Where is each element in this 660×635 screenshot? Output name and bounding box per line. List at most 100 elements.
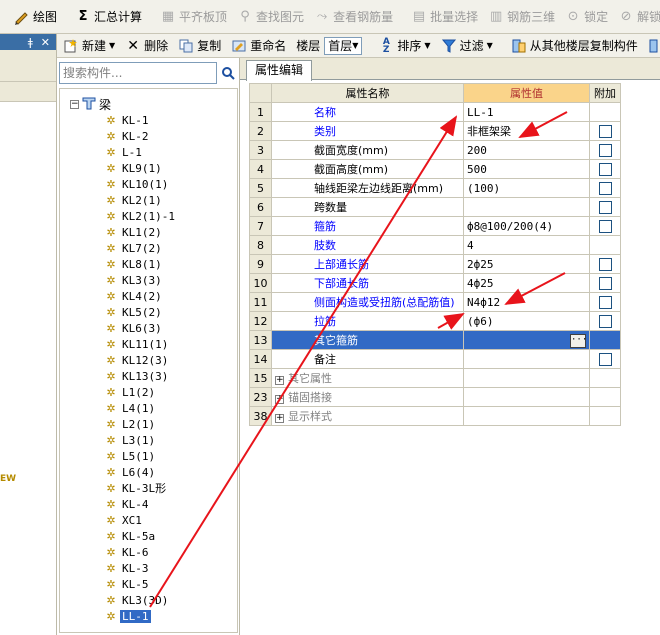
tree-item[interactable]: ✲ KL-6 bbox=[104, 544, 151, 560]
expand-icon[interactable]: + bbox=[275, 414, 284, 423]
pin-icon[interactable]: ǂ bbox=[28, 36, 33, 49]
tree-item[interactable]: ✲ KL3(3) bbox=[104, 272, 164, 288]
property-row[interactable]: 15 + 其它属性 bbox=[249, 368, 621, 388]
sort-button[interactable]: AZ 排序 ▼ bbox=[374, 35, 434, 57]
extra-checkbox[interactable] bbox=[598, 200, 612, 214]
property-value[interactable]: ··· bbox=[463, 330, 590, 350]
property-value[interactable]: 2ф25 bbox=[463, 254, 590, 274]
tree-item[interactable]: ✲ L2(1) bbox=[104, 416, 157, 432]
expand-icon[interactable]: + bbox=[275, 395, 284, 404]
collapse-icon[interactable]: − bbox=[70, 99, 79, 109]
filter-button[interactable]: 过滤 ▼ bbox=[437, 35, 497, 57]
property-value[interactable] bbox=[463, 349, 590, 369]
property-row[interactable]: 8 肢数 4 bbox=[249, 235, 621, 255]
property-value[interactable]: N4ф12 bbox=[463, 292, 590, 312]
extra-toolbar-button[interactable] bbox=[644, 35, 660, 57]
tree-item[interactable]: ✲ KL10(1) bbox=[104, 176, 170, 192]
find-element-button[interactable]: ⚲ 查找图元 bbox=[233, 6, 308, 28]
property-value[interactable] bbox=[463, 197, 590, 217]
tree-item[interactable]: ✲ L4(1) bbox=[104, 400, 157, 416]
tree-item[interactable]: ✲ KL2(1) bbox=[104, 192, 164, 208]
property-row[interactable]: 7 箍筋 ф8@100/200(4) bbox=[249, 216, 621, 236]
tab-property-edit[interactable]: 属性编辑 bbox=[246, 60, 313, 81]
tree-item[interactable]: ✲ L5(1) bbox=[104, 448, 157, 464]
tree-item[interactable]: ✲ KL-3 bbox=[104, 560, 151, 576]
property-row[interactable]: 3 截面宽度(mm) 200 bbox=[249, 140, 621, 160]
sum-calc-button[interactable]: Σ 汇总计算 bbox=[71, 6, 146, 28]
search-icon[interactable] bbox=[219, 62, 237, 84]
property-row[interactable]: 11 侧面构造或受扭筋(总配筋值) N4ф12 bbox=[249, 292, 621, 312]
tree-item[interactable]: ✲ KL-3L形 bbox=[104, 480, 168, 496]
property-row[interactable]: 10 下部通长筋 4ф25 bbox=[249, 273, 621, 293]
tree-item[interactable]: ✲ KL-1 bbox=[104, 112, 151, 128]
property-value[interactable] bbox=[463, 387, 590, 407]
property-row[interactable]: 12 拉筋 (ф6) bbox=[249, 311, 621, 331]
extra-checkbox[interactable] bbox=[598, 276, 612, 290]
property-value[interactable]: LL-1 bbox=[463, 102, 590, 122]
property-value[interactable]: 4 bbox=[463, 235, 590, 255]
draw-button[interactable]: 绘图 bbox=[10, 6, 61, 28]
property-row[interactable]: 23 + 锚固搭接 bbox=[249, 387, 621, 407]
copy-from-floor-button[interactable]: 从其他楼层复制构件 bbox=[507, 35, 642, 57]
tree-item[interactable]: ✲ KL6(3) bbox=[104, 320, 164, 336]
tree-item[interactable]: ✲ L3(1) bbox=[104, 432, 157, 448]
tree-item[interactable]: ✲ XC1 bbox=[104, 512, 144, 528]
property-row[interactable]: 13 其它箍筋 ··· bbox=[249, 330, 621, 350]
rename-button[interactable]: 重命名 bbox=[227, 35, 290, 57]
tree-item[interactable]: ✲ L6(4) bbox=[104, 464, 157, 480]
tree-item[interactable]: ✲ KL-5 bbox=[104, 576, 151, 592]
property-value[interactable]: 200 bbox=[463, 140, 590, 160]
property-row[interactable]: 2 类别 非框架梁 bbox=[249, 121, 621, 141]
property-value[interactable]: 500 bbox=[463, 159, 590, 179]
extra-checkbox[interactable] bbox=[598, 314, 612, 328]
floor-select[interactable]: 首层 ▼ bbox=[324, 36, 363, 55]
property-row[interactable]: 1 名称 LL-1 bbox=[249, 102, 621, 122]
extra-checkbox[interactable] bbox=[598, 219, 612, 233]
tree-item[interactable]: ✲ KL13(3) bbox=[104, 368, 170, 384]
copy-button[interactable]: 复制 bbox=[174, 35, 225, 57]
tree-item[interactable]: ✲ KL1(2) bbox=[104, 224, 164, 240]
tree-item[interactable]: ✲ KL4(2) bbox=[104, 288, 164, 304]
expand-icon[interactable]: + bbox=[275, 376, 284, 385]
property-value[interactable]: 非框架梁 bbox=[463, 121, 590, 141]
tree-item[interactable]: ✲ KL-2 bbox=[104, 128, 151, 144]
tree-item[interactable]: ✲ L1(2) bbox=[104, 384, 157, 400]
property-value[interactable] bbox=[463, 406, 590, 426]
tree-item[interactable]: ✲ KL3(3D) bbox=[104, 592, 170, 608]
tree-item[interactable]: ✲ KL9(1) bbox=[104, 160, 164, 176]
tree-item[interactable]: ✲ KL8(1) bbox=[104, 256, 164, 272]
property-row[interactable]: 14 备注 bbox=[249, 349, 621, 369]
tree-item[interactable]: ✲ KL12(3) bbox=[104, 352, 170, 368]
extra-checkbox[interactable] bbox=[598, 143, 612, 157]
delete-button[interactable]: ✕ 删除 bbox=[121, 35, 172, 57]
search-input[interactable]: 搜索构件... bbox=[59, 62, 217, 84]
extra-checkbox[interactable] bbox=[598, 352, 612, 366]
property-value[interactable]: (ф6) bbox=[463, 311, 590, 331]
batch-select-button[interactable]: ▤ 批量选择 bbox=[407, 6, 482, 28]
tree-item[interactable]: ✲ KL-4 bbox=[104, 496, 151, 512]
tree-item[interactable]: ✲ KL2(1)-1 bbox=[104, 208, 177, 224]
extra-checkbox[interactable] bbox=[598, 124, 612, 138]
extra-checkbox[interactable] bbox=[598, 257, 612, 271]
extra-checkbox[interactable] bbox=[598, 295, 612, 309]
property-value[interactable] bbox=[463, 368, 590, 388]
property-row[interactable]: 5 轴线距梁左边线距离(mm) (100) bbox=[249, 178, 621, 198]
tree-item[interactable]: ✲ KL-5a bbox=[104, 528, 157, 544]
property-value[interactable]: (100) bbox=[463, 178, 590, 198]
tree-root-beam[interactable]: − 梁 bbox=[70, 96, 111, 112]
property-value[interactable]: 4ф25 bbox=[463, 273, 590, 293]
tree-item[interactable]: ✲ L-1 bbox=[104, 144, 144, 160]
tree-item[interactable]: ✲ LL-1 bbox=[104, 608, 151, 624]
unlock-button[interactable]: ⊘ 解锁 bbox=[614, 6, 660, 28]
property-value[interactable]: ф8@100/200(4) bbox=[463, 216, 590, 236]
rebar-3d-button[interactable]: ▥ 钢筋三维 bbox=[484, 6, 559, 28]
extra-checkbox[interactable] bbox=[598, 181, 612, 195]
ellipsis-button[interactable]: ··· bbox=[570, 333, 587, 348]
lock-button[interactable]: ⊙ 锁定 bbox=[561, 6, 612, 28]
close-icon[interactable]: ✕ bbox=[41, 36, 50, 49]
flat-slab-button[interactable]: ▦ 平齐板顶 bbox=[156, 6, 231, 28]
property-row[interactable]: 6 跨数量 bbox=[249, 197, 621, 217]
property-row[interactable]: 38 + 显示样式 bbox=[249, 406, 621, 426]
property-row[interactable]: 9 上部通长筋 2ф25 bbox=[249, 254, 621, 274]
property-row[interactable]: 4 截面高度(mm) 500 bbox=[249, 159, 621, 179]
